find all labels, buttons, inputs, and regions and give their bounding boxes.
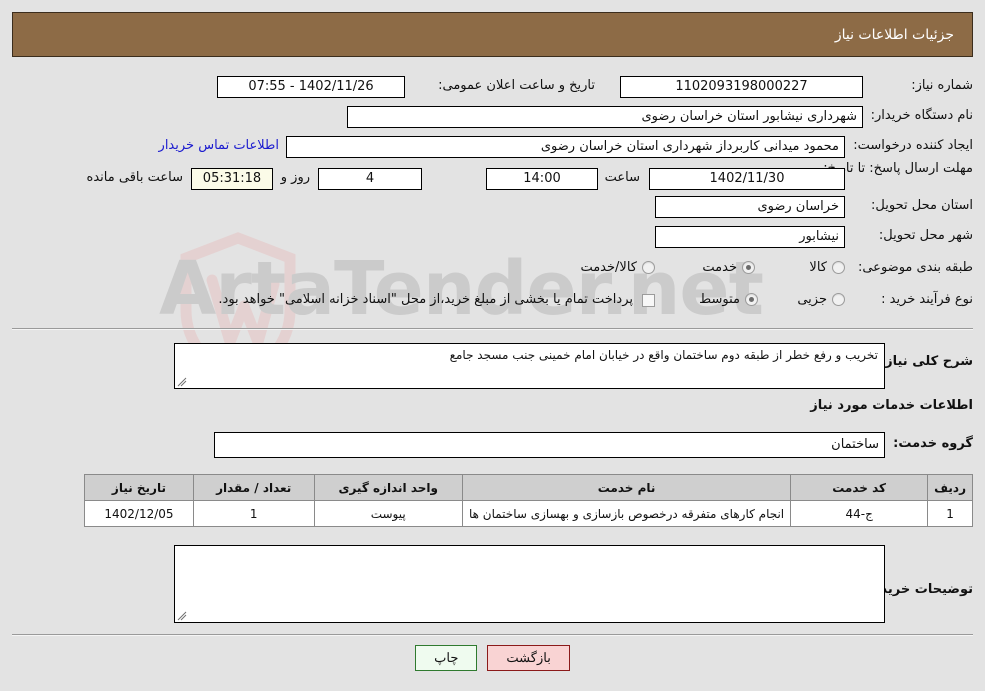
public-announce-label: تاریخ و ساعت اعلان عمومی:	[438, 78, 595, 93]
province-row: استان محل تحویل:	[871, 198, 973, 213]
radio-category-kala[interactable]: کالا	[809, 260, 845, 275]
service-group-value: ساختمان	[214, 432, 885, 458]
buyer-notes-textarea[interactable]	[174, 545, 885, 623]
radio-kala-label: کالا	[809, 260, 827, 275]
buyer-contact-link[interactable]: اطلاعات تماس خریدار	[159, 138, 279, 153]
action-bar: بازگشت چاپ	[0, 645, 985, 671]
buyer-org-row: نام دستگاه خریدار:	[871, 108, 973, 123]
radio-jozii-icon[interactable]	[832, 293, 845, 306]
deadline-label: مهلت ارسال پاسخ: تا تاریخ:	[823, 161, 973, 176]
radio-category-khedmat[interactable]: خدمت	[702, 260, 755, 275]
need-number-row: شماره نیاز:	[911, 78, 973, 93]
cell-row-no: 1	[927, 500, 973, 527]
province-label: استان محل تحویل:	[871, 198, 973, 213]
radio-process-motavaset[interactable]: متوسط	[699, 292, 758, 307]
radio-kala-khedmat-icon[interactable]	[642, 261, 655, 274]
days-remaining-value: 4	[318, 168, 422, 190]
cell-service-code: ج-44	[790, 500, 929, 527]
public-announce-row: تاریخ و ساعت اعلان عمومی:	[438, 78, 595, 93]
need-number-value: 1102093198000227	[620, 76, 863, 98]
radio-jozii-label: جزیی	[797, 292, 827, 307]
description-label: شرح کلی نیاز:	[879, 354, 973, 369]
th-unit: واحد اندازه گیری	[313, 474, 463, 501]
radio-category-kala-khedmat[interactable]: کالا/خدمت	[580, 260, 655, 275]
radio-motavaset-label: متوسط	[699, 292, 740, 307]
cell-service-name: انجام کارهای متفرقه درخصوص بازسازی و بهس…	[461, 500, 792, 527]
hour-label: ساعت	[604, 170, 640, 185]
divider-1	[12, 328, 973, 330]
category-row: طبقه بندی موضوعی:	[858, 260, 973, 275]
radio-motavaset-icon[interactable]	[745, 293, 758, 306]
need-number-label: شماره نیاز:	[911, 78, 973, 93]
city-row: شهر محل تحویل:	[879, 228, 973, 243]
radio-process-jozii[interactable]: جزیی	[797, 292, 845, 307]
category-label: طبقه بندی موضوعی:	[857, 260, 973, 275]
services-table: ردیف کد خدمت نام خدمت واحد اندازه گیری ت…	[84, 474, 973, 527]
deadline-date-value: 1402/11/30	[649, 168, 845, 190]
page-root: جزئیات اطلاعات نیاز ArtaTender.net شماره…	[0, 0, 985, 691]
table-row: 1 ج-44 انجام کارهای متفرقه درخصوص بازساز…	[84, 500, 973, 527]
hour-value: 14:00	[486, 168, 598, 190]
treasury-checkbox[interactable]	[642, 294, 655, 307]
creator-row: ایجاد کننده درخواست:	[853, 138, 973, 153]
page-title: جزئیات اطلاعات نیاز	[834, 26, 954, 43]
deadline-row: مهلت ارسال پاسخ: تا تاریخ:	[823, 161, 973, 176]
cell-quantity: 1	[192, 500, 315, 527]
public-announce-value: 1402/11/26 - 07:55	[217, 76, 405, 98]
cell-unit: پیوست	[313, 500, 463, 527]
page-title-bar: جزئیات اطلاعات نیاز	[12, 12, 973, 57]
th-service-code: کد خدمت	[790, 474, 929, 501]
creator-label: ایجاد کننده درخواست:	[853, 138, 973, 153]
th-service-name: نام خدمت	[461, 474, 792, 501]
province-value: خراسان رضوی	[655, 196, 845, 218]
th-need-date: تاریخ نیاز	[84, 474, 194, 501]
service-group-label: گروه خدمت:	[893, 436, 973, 451]
remaining-hours-label: ساعت باقی مانده	[86, 170, 183, 185]
divider-2	[12, 634, 973, 636]
th-row-no: ردیف	[927, 474, 973, 501]
countdown-value: 05:31:18	[191, 168, 273, 190]
resize-grip-icon-2[interactable]	[177, 611, 187, 621]
th-quantity: تعداد / مقدار	[192, 474, 315, 501]
table-header-row: ردیف کد خدمت نام خدمت واحد اندازه گیری ت…	[84, 474, 973, 501]
print-button[interactable]: چاپ	[415, 645, 478, 671]
city-label: شهر محل تحویل:	[878, 228, 973, 243]
buyer-org-label: نام دستگاه خریدار:	[870, 108, 973, 123]
days-and-label: روز و	[280, 170, 310, 185]
radio-khedmat-label: خدمت	[702, 260, 737, 275]
process-label: نوع فرآیند خرید :	[881, 292, 973, 307]
description-text: تخریب و رفع خطر از طبقه دوم ساختمان واقع…	[449, 348, 878, 362]
treasury-checkbox-label: پرداخت تمام یا بخشی از مبلغ خرید،از محل …	[218, 292, 633, 307]
buyer-org-value: شهرداری نیشابور استان خراسان رضوی	[347, 106, 863, 128]
details-panel: شماره نیاز: 1102093198000227 تاریخ و ساع…	[12, 66, 973, 678]
creator-value: محمود میدانی کاربرداز شهرداری استان خراس…	[286, 136, 845, 158]
services-section-heading: اطلاعات خدمات مورد نیاز	[810, 398, 973, 413]
cell-need-date: 1402/12/05	[84, 500, 194, 527]
back-button[interactable]: بازگشت	[487, 645, 570, 671]
resize-grip-icon[interactable]	[177, 377, 187, 387]
radio-khedmat-icon[interactable]	[742, 261, 755, 274]
city-value: نیشابور	[655, 226, 845, 248]
process-row: نوع فرآیند خرید :	[881, 292, 973, 307]
radio-kala-khedmat-label: کالا/خدمت	[580, 260, 637, 275]
description-textarea[interactable]: تخریب و رفع خطر از طبقه دوم ساختمان واقع…	[174, 343, 885, 389]
radio-kala-icon[interactable]	[832, 261, 845, 274]
